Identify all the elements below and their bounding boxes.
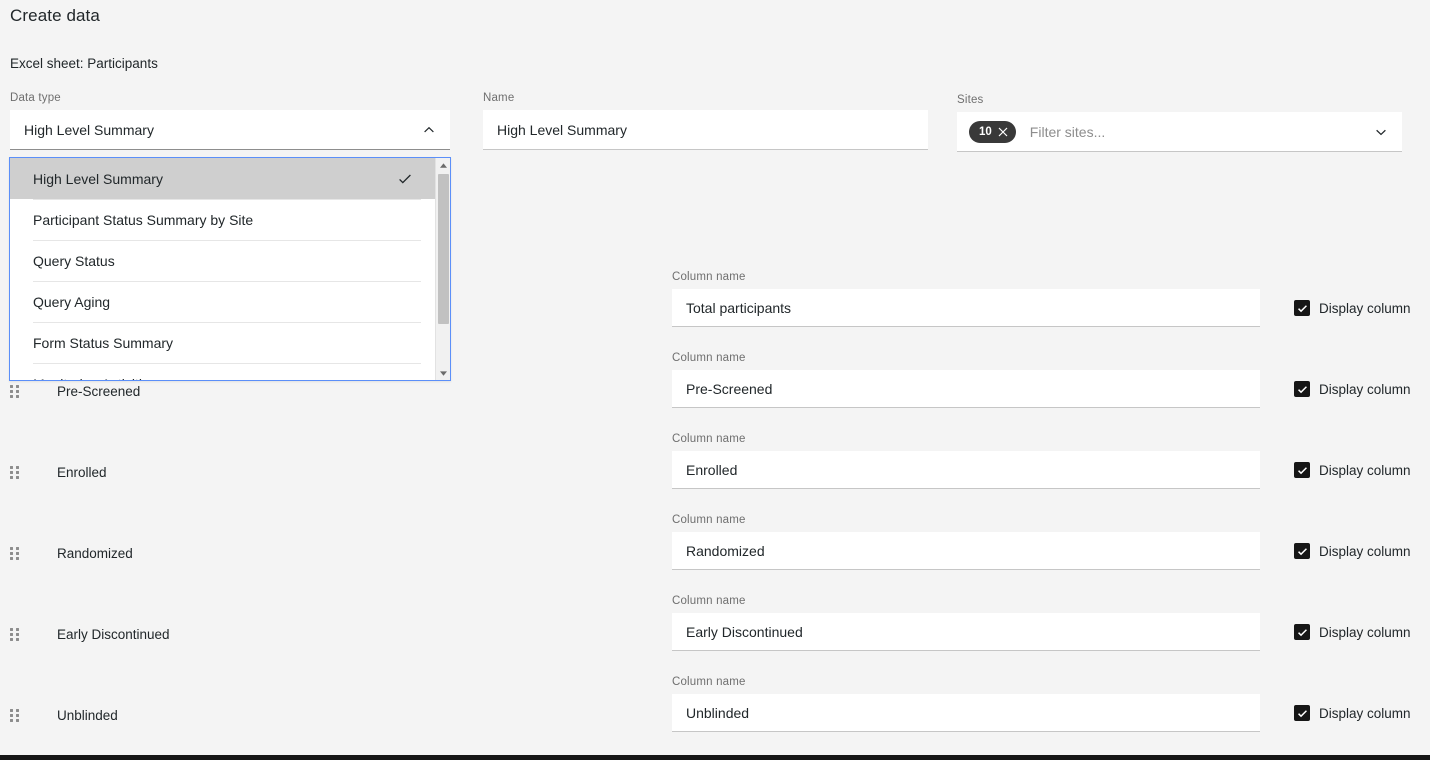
list-item-label: Pre-Screened — [57, 383, 141, 399]
checkbox-checked-icon[interactable] — [1294, 462, 1310, 478]
excel-sheet-label: Excel sheet: Participants — [10, 56, 158, 71]
display-column-checkbox[interactable]: Display column — [1294, 705, 1411, 721]
name-input[interactable]: High Level Summary — [483, 110, 928, 150]
dropdown-option-label: Query Aging — [33, 293, 111, 310]
column-name-value: Early Discontinued — [686, 623, 803, 640]
data-type-selected-value: High Level Summary — [24, 121, 154, 138]
dropdown-option-label: Query Status — [33, 252, 115, 269]
checkmark-icon — [397, 171, 413, 187]
column-name-input[interactable]: Total participants — [672, 289, 1260, 327]
column-row: Column name Early Discontinued Display c… — [672, 595, 1430, 651]
list-item-label: Randomized — [57, 545, 133, 561]
column-row: Column name Pre-Screened Display column — [672, 352, 1430, 408]
list-item[interactable]: Early Discontinued — [0, 620, 440, 648]
display-column-label: Display column — [1319, 381, 1411, 397]
data-type-option-list: High Level Summary Participant Status Su… — [10, 158, 435, 380]
display-column-checkbox[interactable]: Display column — [1294, 300, 1411, 316]
scrollbar-thumb[interactable] — [438, 174, 449, 324]
dropdown-option[interactable]: Participant Status Summary by Site — [10, 199, 435, 240]
dropdown-option[interactable]: Form Status Summary — [10, 322, 435, 363]
dropdown-option[interactable]: Query Aging — [10, 281, 435, 322]
drag-handle-icon[interactable] — [10, 627, 30, 641]
close-icon[interactable] — [998, 127, 1008, 137]
checkbox-checked-icon[interactable] — [1294, 543, 1310, 559]
sites-field: Sites 10 Filter sites... — [957, 94, 1402, 152]
column-row: Column name Randomized Display column — [672, 514, 1430, 570]
chevron-up-icon[interactable] — [422, 123, 436, 137]
column-name-value: Enrolled — [686, 461, 738, 478]
display-column-checkbox[interactable]: Display column — [1294, 624, 1411, 640]
column-name-value: Pre-Screened — [686, 380, 773, 397]
column-name-label: Column name — [672, 352, 746, 364]
data-type-label: Data type — [10, 92, 61, 104]
list-item[interactable]: Randomized — [0, 539, 440, 567]
display-column-label: Display column — [1319, 462, 1411, 478]
column-name-value: Total participants — [686, 299, 792, 316]
sites-label: Sites — [957, 94, 984, 106]
column-name-value: Unblinded — [686, 704, 750, 721]
data-type-dropdown-panel[interactable]: High Level Summary Participant Status Su… — [9, 157, 451, 381]
checkbox-checked-icon[interactable] — [1294, 381, 1310, 397]
chevron-down-icon[interactable] — [1374, 125, 1388, 139]
list-item-label: Enrolled — [57, 464, 107, 480]
bottom-action-bar — [0, 755, 1430, 760]
column-name-value: Randomized — [686, 542, 765, 559]
column-name-label: Column name — [672, 514, 746, 526]
sites-count-value: 10 — [979, 125, 992, 138]
display-column-label: Display column — [1319, 543, 1411, 559]
drag-handle-icon[interactable] — [10, 546, 30, 560]
drag-handle-icon[interactable] — [10, 384, 30, 398]
column-name-label: Column name — [672, 676, 746, 688]
checkbox-checked-icon[interactable] — [1294, 624, 1310, 640]
column-name-label: Column name — [672, 271, 746, 283]
column-name-input[interactable]: Enrolled — [672, 451, 1260, 489]
scroll-down-icon[interactable] — [436, 366, 450, 380]
list-item[interactable]: Pre-Screened — [0, 377, 440, 405]
create-data-page: Create data Excel sheet: Participants Da… — [0, 0, 1430, 760]
scroll-up-icon[interactable] — [436, 158, 450, 172]
list-item[interactable]: Unblinded — [0, 701, 440, 729]
dropdown-option-label: High Level Summary — [33, 170, 163, 187]
display-column-checkbox[interactable]: Display column — [1294, 381, 1411, 397]
dropdown-option[interactable]: Query Status — [10, 240, 435, 281]
list-item[interactable]: Enrolled — [0, 458, 440, 486]
list-item-label: Unblinded — [57, 707, 118, 723]
checkbox-checked-icon[interactable] — [1294, 705, 1310, 721]
drag-handle-icon[interactable] — [10, 708, 30, 722]
column-name-input[interactable]: Pre-Screened — [672, 370, 1260, 408]
name-label: Name — [483, 92, 515, 104]
column-name-input[interactable]: Early Discontinued — [672, 613, 1260, 651]
column-row: Column name Total participants Display c… — [672, 271, 1430, 327]
drag-handle-icon[interactable] — [10, 465, 30, 479]
dropdown-option-label: Participant Status Summary by Site — [33, 211, 254, 228]
column-row: Column name Unblinded Display column — [672, 676, 1430, 732]
name-field: Name High Level Summary — [483, 92, 928, 150]
display-column-label: Display column — [1319, 705, 1411, 721]
dropdown-option[interactable]: High Level Summary — [10, 158, 435, 199]
dropdown-option[interactable]: Monitoring Activities — [10, 363, 435, 381]
column-name-label: Column name — [672, 433, 746, 445]
sites-count-badge[interactable]: 10 — [969, 120, 1016, 143]
dropdown-option-label: Form Status Summary — [33, 334, 174, 351]
data-type-select[interactable]: High Level Summary — [10, 110, 450, 150]
column-name-label: Column name — [672, 595, 746, 607]
page-title: Create data — [10, 6, 100, 25]
display-column-label: Display column — [1319, 300, 1411, 316]
dropdown-option-label: Monitoring Activities — [33, 376, 157, 381]
display-column-label: Display column — [1319, 624, 1411, 640]
sites-filter-input[interactable]: Filter sites... — [1030, 124, 1105, 140]
display-column-checkbox[interactable]: Display column — [1294, 462, 1411, 478]
name-input-value: High Level Summary — [497, 121, 627, 138]
data-type-field: Data type High Level Summary — [10, 92, 450, 150]
list-item-label: Early Discontinued — [57, 626, 170, 642]
checkbox-checked-icon[interactable] — [1294, 300, 1310, 316]
column-name-input[interactable]: Unblinded — [672, 694, 1260, 732]
column-name-input[interactable]: Randomized — [672, 532, 1260, 570]
dropdown-scrollbar[interactable] — [435, 158, 450, 380]
sites-multiselect[interactable]: 10 Filter sites... — [957, 112, 1402, 152]
display-column-checkbox[interactable]: Display column — [1294, 543, 1411, 559]
column-row: Column name Enrolled Display column — [672, 433, 1430, 489]
